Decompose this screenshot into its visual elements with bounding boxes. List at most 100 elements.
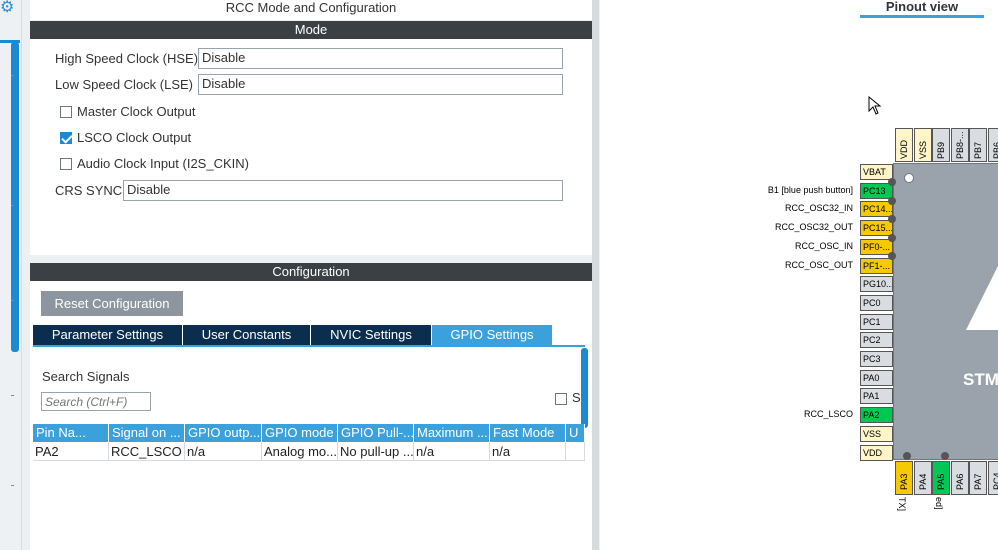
tab-underline — [33, 345, 585, 347]
pin-name: PA6 — [954, 473, 965, 490]
pin-pf1[interactable]: PF1-... — [860, 257, 893, 274]
pin-pb6[interactable]: PB6 — [987, 128, 998, 162]
lse-label: Low Speed Clock (LSE) — [55, 77, 194, 92]
pin-name: VDD — [899, 139, 909, 159]
master-clock-output-label: Master Clock Output — [77, 104, 196, 119]
pin-name: PB9 — [936, 141, 946, 159]
left-tick — [11, 485, 14, 486]
table-cell: No pull-up ... — [340, 442, 414, 461]
gear-icon[interactable]: ⚙ — [0, 0, 18, 18]
section-divider[interactable] — [30, 255, 592, 263]
pin-signal-label: RCC_OSC32_IN — [784, 203, 853, 214]
table-cell: n/a — [490, 442, 566, 461]
pin-pa5[interactable]: PA5 — [932, 461, 950, 495]
gpio-table-header: Pin Na... Signal on ... GPIO outp... GPI… — [33, 424, 585, 442]
show-checkbox[interactable] — [555, 393, 567, 405]
pin-name: PB7 — [973, 141, 983, 159]
pin-vdd[interactable]: VDD — [860, 444, 893, 461]
pin-name: PB6 — [991, 141, 998, 159]
pin-signal-text: ed] — [934, 497, 944, 510]
pin-signal-text: TX] — [897, 497, 907, 512]
column-header-maximum[interactable]: Maximum ... — [414, 424, 490, 442]
pin-lock-icon — [888, 178, 896, 186]
lse-select[interactable]: Disable — [198, 74, 563, 95]
pin-pa6[interactable]: PA6 — [950, 461, 969, 495]
pin-pc14[interactable]: PC14... — [860, 201, 893, 218]
pin-pc15[interactable]: PC15... — [860, 220, 893, 237]
panel-splitter[interactable] — [592, 0, 599, 550]
pin-pa4[interactable]: PA4 — [913, 461, 932, 495]
pin-lock-icon — [903, 452, 911, 460]
pin-vbat[interactable]: VBAT — [860, 164, 893, 180]
column-header-user-label[interactable]: U — [566, 424, 585, 442]
pin-signal-label: ed] — [934, 497, 957, 510]
pin-pc13[interactable]: PC13 — [860, 182, 893, 199]
pin-lock-icon — [888, 234, 896, 242]
column-header-gpio-output[interactable]: GPIO outp... — [185, 424, 262, 442]
audio-clock-input-checkbox[interactable]: Audio Clock Input (I2S_CKIN) — [60, 155, 249, 173]
pin-vss[interactable]: VSS — [860, 425, 893, 442]
column-header-pin-name[interactable]: Pin Na... — [33, 424, 109, 442]
pin-pa1[interactable]: PA1 — [860, 388, 893, 405]
configuration-section-header: Configuration — [30, 263, 592, 281]
crs-sync-select[interactable]: Disable — [123, 180, 563, 201]
lsco-clock-output-checkbox[interactable]: LSCO Clock Output — [60, 129, 191, 147]
master-clock-output-checkbox[interactable]: Master Clock Output — [60, 103, 196, 121]
column-header-fast-mode[interactable]: Fast Mode — [490, 424, 566, 442]
pin-pc1[interactable]: PC1 — [860, 313, 893, 330]
column-header-gpio-pull[interactable]: GPIO Pull-... — [338, 424, 414, 442]
pin1-marker — [904, 173, 914, 183]
pin-pc4[interactable]: PC4 — [987, 461, 998, 495]
config-scrollbar[interactable] — [581, 348, 588, 428]
search-signals-input[interactable] — [41, 392, 151, 411]
pin-pb8[interactable]: PB8-... — [950, 128, 969, 162]
reset-configuration-button[interactable]: Reset Configuration — [41, 291, 183, 316]
pin-pa7[interactable]: PA7 — [969, 461, 987, 495]
column-header-signal[interactable]: Signal on ... — [109, 424, 185, 442]
table-cell — [566, 442, 585, 461]
table-row[interactable]: PA2 RCC_LSCO n/a Analog mo... No pull-up… — [33, 442, 585, 461]
pin-lock-icon — [888, 197, 896, 205]
pin-pg10[interactable]: PG10... — [860, 276, 893, 293]
pin-signal-label: RCC_OSC_OUT — [784, 259, 853, 270]
pin-pa0[interactable]: PA0 — [860, 369, 893, 386]
pin-vdd[interactable]: VDD — [895, 128, 913, 162]
pin-signal-label: RCC_OSC_IN — [794, 240, 853, 251]
pin-lock-icon — [941, 452, 949, 460]
column-header-gpio-mode[interactable]: GPIO mode — [262, 424, 338, 442]
tab-nvic-settings[interactable]: NVIC Settings — [311, 325, 432, 345]
left-scrollbar[interactable] — [11, 42, 19, 352]
pin-name: PB8-... — [954, 131, 965, 159]
pin-name: PA7 — [973, 473, 983, 490]
tab-user-constants[interactable]: User Constants — [183, 325, 311, 345]
pin-signal-label: TX] — [897, 497, 921, 511]
table-cell: n/a — [185, 442, 262, 461]
show-checkbox-label: S — [572, 390, 581, 405]
pin-pc3[interactable]: PC3 — [860, 351, 893, 367]
tab-gpio-settings[interactable]: GPIO Settings — [432, 325, 553, 345]
pin-pb7[interactable]: PB7 — [969, 128, 987, 162]
pin-pc2[interactable]: PC2 — [860, 332, 893, 349]
mode-section-header: Mode — [30, 21, 592, 39]
pinout-view-tab[interactable]: Pinout view — [860, 0, 984, 18]
pin-lock-icon — [888, 215, 896, 223]
pin-vss[interactable]: VSS — [913, 128, 932, 162]
hse-label: High Speed Clock (HSE) — [55, 51, 199, 66]
mouse-cursor-icon — [868, 96, 882, 115]
left-tick — [11, 300, 14, 301]
checkbox-box[interactable] — [60, 106, 72, 118]
table-cell: n/a — [414, 442, 490, 461]
panel-title: RCC Mode and Configuration — [30, 0, 592, 20]
pin-pa2[interactable]: PA2 — [860, 407, 893, 424]
pin-signal-label: RCC_OSC32_OUT — [774, 222, 853, 233]
hse-select[interactable]: Disable — [198, 48, 563, 69]
pin-name: PC4 — [991, 472, 998, 490]
pin-pc0[interactable]: PC0 — [860, 294, 893, 311]
pin-pb9[interactable]: PB9 — [932, 128, 950, 162]
checkbox-box[interactable] — [60, 158, 72, 170]
pin-pa3[interactable]: PA3 — [895, 461, 913, 495]
checkbox-box-checked[interactable] — [60, 132, 72, 144]
table-cell: Analog mo... — [264, 442, 338, 461]
tab-parameter-settings[interactable]: Parameter Settings — [33, 325, 183, 345]
pin-name: PA3 — [899, 473, 909, 490]
